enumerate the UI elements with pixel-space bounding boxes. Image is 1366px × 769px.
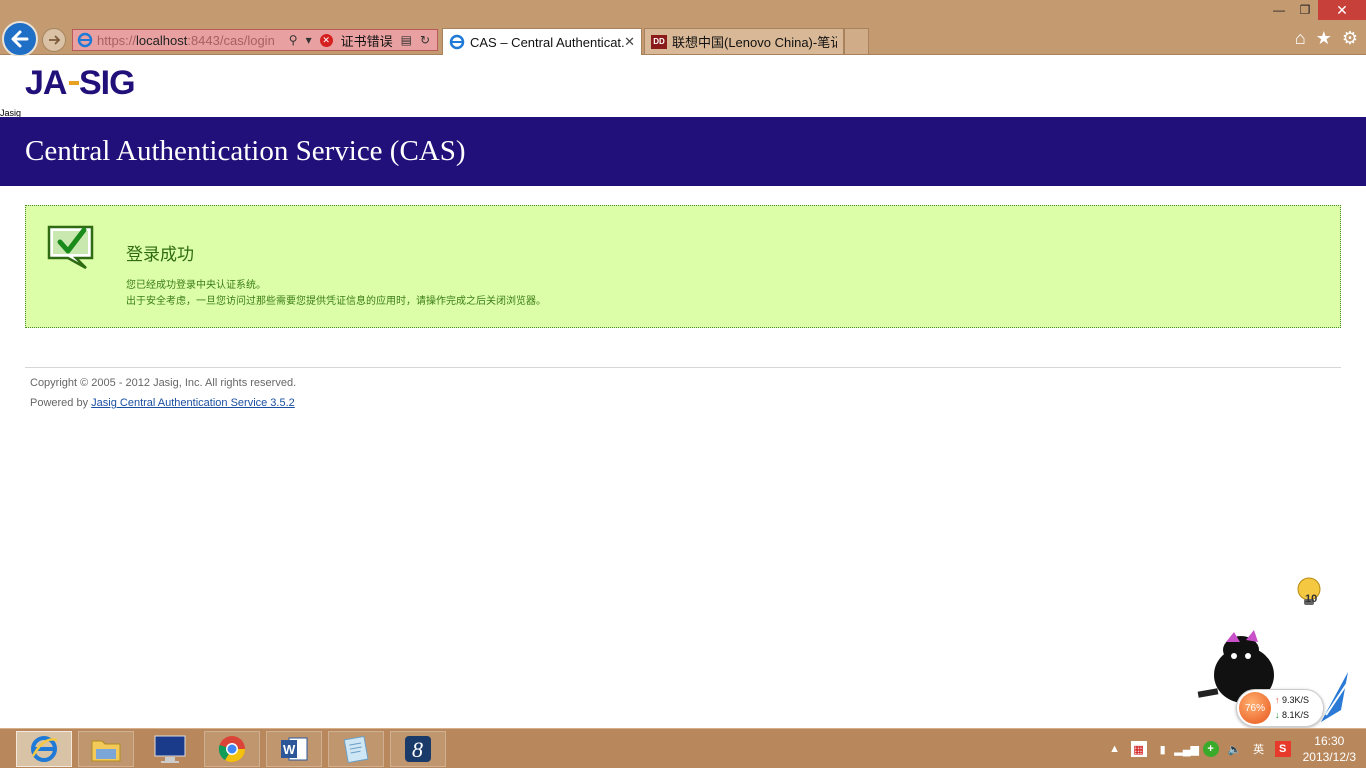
tab-label: 联想中国(Lenovo China)-笔记... <box>672 35 837 50</box>
system-clock[interactable]: 16:30 2013/12/3 <box>1303 733 1356 765</box>
svg-text:SIG: SIG <box>79 64 135 98</box>
svg-text:JA: JA <box>25 64 67 98</box>
powered-by: Powered by Jasig Central Authentication … <box>30 397 295 409</box>
cpu-usage-ball: 76% <box>1239 692 1271 724</box>
app-tray-icon[interactable]: ▦ <box>1130 741 1147 757</box>
tab-lenovo[interactable]: DD 联想中国(Lenovo China)-笔记... <box>644 28 844 55</box>
url-protocol: https:// <box>97 32 137 48</box>
ie-page-icon <box>77 32 93 48</box>
cert-error-label[interactable]: 证书错误 <box>341 31 393 50</box>
refresh-icon[interactable]: ↻ <box>420 33 430 47</box>
app-8-icon: 8 <box>405 736 431 762</box>
upload-speed: ↑ 9.3K/S <box>1275 695 1309 705</box>
network-signal-icon[interactable]: ▂▄▆ <box>1174 741 1199 757</box>
clock-time: 16:30 <box>1314 734 1345 748</box>
taskbar-file-explorer[interactable] <box>78 731 134 767</box>
windows-taskbar: W 8 ▲ ▦ ▮ ▂▄▆ + 🔈 英 S 16:30 2013/12/3 <box>0 728 1366 768</box>
toolbar-icons: ⌂ ★ ⚙ <box>1295 28 1358 49</box>
arrow-up-icon: ↑ <box>1275 695 1280 705</box>
taskbar-word[interactable]: W <box>266 731 322 767</box>
download-speed: ↓ 8.1K/S <box>1275 710 1309 720</box>
footer-divider <box>25 367 1341 368</box>
sogou-input-icon[interactable]: S <box>1274 741 1291 757</box>
home-icon[interactable]: ⌂ <box>1295 28 1306 49</box>
notification-count: 10 <box>1305 593 1318 605</box>
word-icon: W <box>281 737 308 761</box>
success-detail-line2: 出于安全考虑，一旦您访问过那些需要您提供凭证信息的应用时，请操作完成之后关闭浏览… <box>126 296 546 307</box>
restore-button[interactable]: ❐ <box>1292 0 1318 20</box>
web-page: JA SIG Jasig Central Authentication Serv… <box>0 56 1366 728</box>
lenovo-favicon-icon: DD <box>651 34 667 49</box>
new-tab-button[interactable] <box>844 28 869 55</box>
ime-indicator[interactable]: 英 <box>1251 741 1267 757</box>
download-speed-value: 8.1K/S <box>1282 710 1310 720</box>
svg-text:W: W <box>283 742 296 757</box>
address-bar[interactable]: https:// localhost :8443/cas/login ⚲ ▾ ✕… <box>72 29 438 51</box>
success-message-box: 登录成功 您已经成功登录中央认证系统。 出于安全考虑，一旦您访问过那些需要您提供… <box>25 205 1341 328</box>
taskbar-ie[interactable] <box>16 731 72 767</box>
clock-date: 2013/12/3 <box>1302 750 1356 764</box>
success-title: 登录成功 <box>126 245 194 264</box>
copyright-text: Copyright © 2005 - 2012 Jasig, Inc. All … <box>30 377 297 389</box>
close-window-button[interactable]: ✕ <box>1318 0 1366 20</box>
favorites-star-icon[interactable]: ★ <box>1316 28 1332 49</box>
url-host: localhost <box>136 32 188 48</box>
compat-view-icon[interactable]: ▤ <box>401 33 412 47</box>
system-tray: ▲ ▦ ▮ ▂▄▆ + 🔈 英 S 16:30 2013/12/3 <box>1107 729 1366 769</box>
chrome-icon <box>218 736 246 763</box>
arrow-right-icon <box>49 35 61 45</box>
internet-explorer-icon <box>31 736 58 762</box>
taskbar-chrome[interactable] <box>204 731 260 767</box>
upload-speed-value: 9.3K/S <box>1282 695 1310 705</box>
checkmark-speech-bubble-icon <box>47 225 94 270</box>
svg-text:8: 8 <box>412 737 423 762</box>
notepad-icon <box>343 735 369 764</box>
cas-version-link[interactable]: Jasig Central Authentication Service 3.5… <box>91 397 295 409</box>
monitor-icon <box>154 735 186 763</box>
settings-gear-icon[interactable]: ⚙ <box>1342 28 1358 49</box>
tab-cas[interactable]: CAS – Central Authenticat... ✕ <box>442 28 642 55</box>
battery-icon[interactable]: ▮ <box>1155 741 1171 757</box>
powered-by-prefix: Powered by <box>30 397 89 409</box>
browser-chrome: — ❐ ✕ https:// localhost :8443/cas/login… <box>0 0 1366 57</box>
ie-page-icon <box>449 34 465 50</box>
header-banner: Central Authentication Service (CAS) <box>0 117 1366 186</box>
show-hidden-icons-icon[interactable]: ▲ <box>1107 741 1123 757</box>
volume-muted-icon[interactable]: 🔈 <box>1227 741 1243 757</box>
arrow-down-icon: ↓ <box>1275 710 1280 720</box>
search-icon[interactable]: ⚲ <box>289 33 298 47</box>
close-tab-icon[interactable]: ✕ <box>624 34 635 50</box>
network-speed-meter[interactable]: 76% ↑ 9.3K/S ↓ 8.1K/S <box>1236 689 1324 727</box>
security-plus-icon[interactable]: + <box>1202 741 1219 757</box>
cert-error-icon[interactable]: ✕ <box>319 33 333 47</box>
page-title: Central Authentication Service (CAS) <box>25 135 466 167</box>
arrow-left-icon <box>11 30 29 48</box>
jasig-logo: JA SIG <box>25 64 136 98</box>
dropdown-arrow-icon[interactable]: ▾ <box>306 33 312 47</box>
minimize-button[interactable]: — <box>1266 0 1292 20</box>
success-detail-line1: 您已经成功登录中央认证系统。 <box>126 280 266 291</box>
tab-label: CAS – Central Authenticat... <box>470 34 625 50</box>
url-path: :8443/cas/login <box>187 32 275 48</box>
back-button[interactable] <box>2 21 38 57</box>
forward-button[interactable] <box>42 28 66 52</box>
taskbar-notepad[interactable] <box>328 731 384 767</box>
folder-icon <box>91 740 121 762</box>
taskbar-lenovo[interactable] <box>142 731 198 767</box>
taskbar-app-8[interactable]: 8 <box>390 731 446 767</box>
